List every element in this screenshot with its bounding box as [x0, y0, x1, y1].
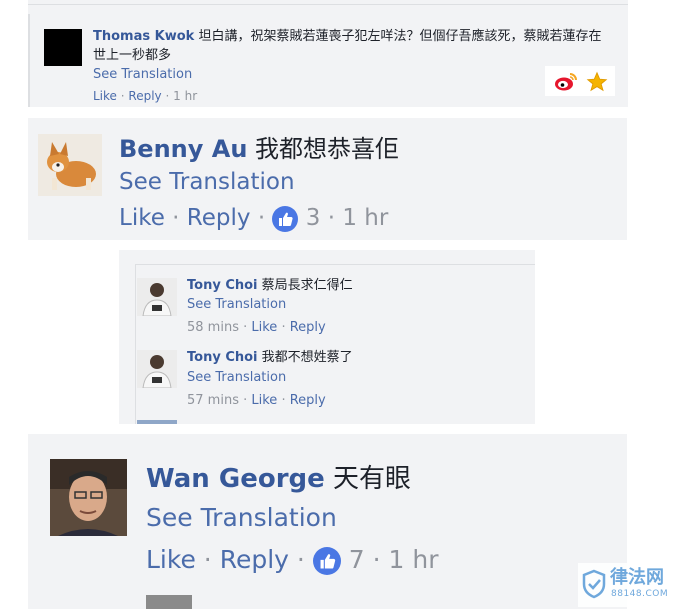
comment-text: 天有眼	[333, 464, 412, 494]
thread-line	[135, 264, 136, 424]
replies-panel: Tony Choi 蔡局長求仁得仁 See Translation 58 min…	[119, 250, 535, 424]
separator: ·	[243, 393, 248, 408]
comment-actions: Like · Reply · 7 · 1 hr	[146, 544, 439, 576]
avatar[interactable]	[137, 278, 177, 316]
timestamp: 58 mins	[187, 320, 239, 335]
separator: ·	[327, 205, 336, 231]
like-link[interactable]: Like	[251, 320, 277, 335]
avatar[interactable]	[44, 29, 82, 66]
like-link[interactable]: Like	[146, 545, 196, 574]
avatar[interactable]	[38, 134, 102, 196]
reaction-count[interactable]: 7	[349, 545, 365, 574]
see-translation-link[interactable]: See Translation	[187, 297, 286, 312]
timestamp: 1 hr	[173, 89, 198, 103]
comment-text: 蔡局長求仁得仁	[261, 278, 353, 293]
separator: ·	[281, 393, 286, 408]
next-reply-avatar-edge	[146, 595, 192, 609]
person-avatar-icon	[137, 350, 177, 388]
timestamp: 57 mins	[187, 393, 239, 408]
comment-text: 我都不想姓蔡了	[261, 350, 353, 365]
avatar[interactable]	[50, 459, 127, 536]
reply-actions: 57 mins · Like · Reply	[187, 393, 326, 408]
see-translation-link[interactable]: See Translation	[93, 67, 192, 82]
comment-body: Wan George 天有眼	[146, 463, 411, 495]
share-toolbar	[545, 66, 615, 96]
timestamp: 1 hr	[388, 545, 439, 574]
reply-link[interactable]: Reply	[187, 205, 251, 231]
separator: ·	[120, 89, 125, 103]
like-reaction-icon[interactable]	[272, 205, 299, 232]
separator: ·	[203, 545, 212, 574]
panel-divider	[135, 264, 535, 265]
separator: ·	[172, 205, 180, 231]
watermark-text: 律法网	[610, 567, 664, 588]
commenter-name[interactable]: Benny Au	[119, 135, 247, 163]
like-link[interactable]: Like	[251, 393, 277, 408]
reply-link[interactable]: Reply	[128, 89, 161, 103]
watermark-subtext: 88148.COM	[611, 589, 669, 599]
next-reply-avatar-edge	[137, 420, 177, 424]
thread-line	[28, 14, 30, 107]
watermark-logo: 律法网 88148.COM	[578, 563, 680, 607]
comment-body: Thomas Kwok 坦白講，祝架蔡賊若蓮喪子犯左咩法？但個仔吾應該死，蔡賊若…	[93, 27, 613, 65]
like-link[interactable]: Like	[119, 205, 165, 231]
commenter-name[interactable]: Tony Choi	[187, 278, 258, 293]
commenter-name[interactable]: Wan George	[146, 464, 325, 494]
comment-body: Benny Au 我都想恭喜佢	[119, 134, 399, 164]
shield-icon	[582, 569, 606, 599]
comment-text: 我都想恭喜佢	[255, 135, 400, 163]
reply-body: Tony Choi 蔡局長求仁得仁	[187, 277, 353, 295]
commenter-name[interactable]: Thomas Kwok	[93, 29, 194, 44]
separator: ·	[281, 320, 286, 335]
comment-wan-george: Wan George 天有眼 See Translation Like · Re…	[28, 434, 627, 609]
comment-thomas-kwok: Thomas Kwok 坦白講，祝架蔡賊若蓮喪子犯左咩法？但個仔吾應該死，蔡賊若…	[28, 0, 628, 107]
dog-avatar-icon	[38, 134, 102, 196]
weibo-icon[interactable]	[553, 71, 579, 93]
reply-body: Tony Choi 我都不想姓蔡了	[187, 349, 353, 367]
person-avatar-icon	[137, 278, 177, 316]
separator: ·	[243, 320, 248, 335]
like-reaction-icon[interactable]	[312, 547, 341, 575]
reaction-count[interactable]: 3	[306, 205, 321, 231]
reply-link[interactable]: Reply	[220, 545, 289, 574]
reply-link[interactable]: Reply	[290, 320, 326, 335]
comment-actions: Like · Reply · 3 · 1 hr	[119, 203, 388, 233]
like-link[interactable]: Like	[93, 89, 117, 103]
see-translation-link[interactable]: See Translation	[119, 167, 295, 197]
see-translation-link[interactable]: See Translation	[146, 502, 337, 534]
comment-actions: Like · Reply · 1 hr	[93, 89, 197, 103]
separator: ·	[257, 205, 266, 231]
comment-benny-au: Benny Au 我都想恭喜佢 See Translation Like · R…	[28, 118, 627, 240]
timestamp: 1 hr	[342, 205, 389, 231]
avatar[interactable]	[137, 350, 177, 388]
separator: ·	[372, 545, 381, 574]
commenter-name[interactable]: Tony Choi	[187, 350, 258, 365]
reply-link[interactable]: Reply	[290, 393, 326, 408]
separator: ·	[296, 545, 305, 574]
star-icon[interactable]	[586, 71, 608, 93]
separator: ·	[165, 89, 170, 103]
see-translation-link[interactable]: See Translation	[187, 370, 286, 385]
panel-divider	[28, 4, 628, 5]
reply-actions: 58 mins · Like · Reply	[187, 320, 326, 335]
person-avatar-icon	[50, 459, 127, 536]
